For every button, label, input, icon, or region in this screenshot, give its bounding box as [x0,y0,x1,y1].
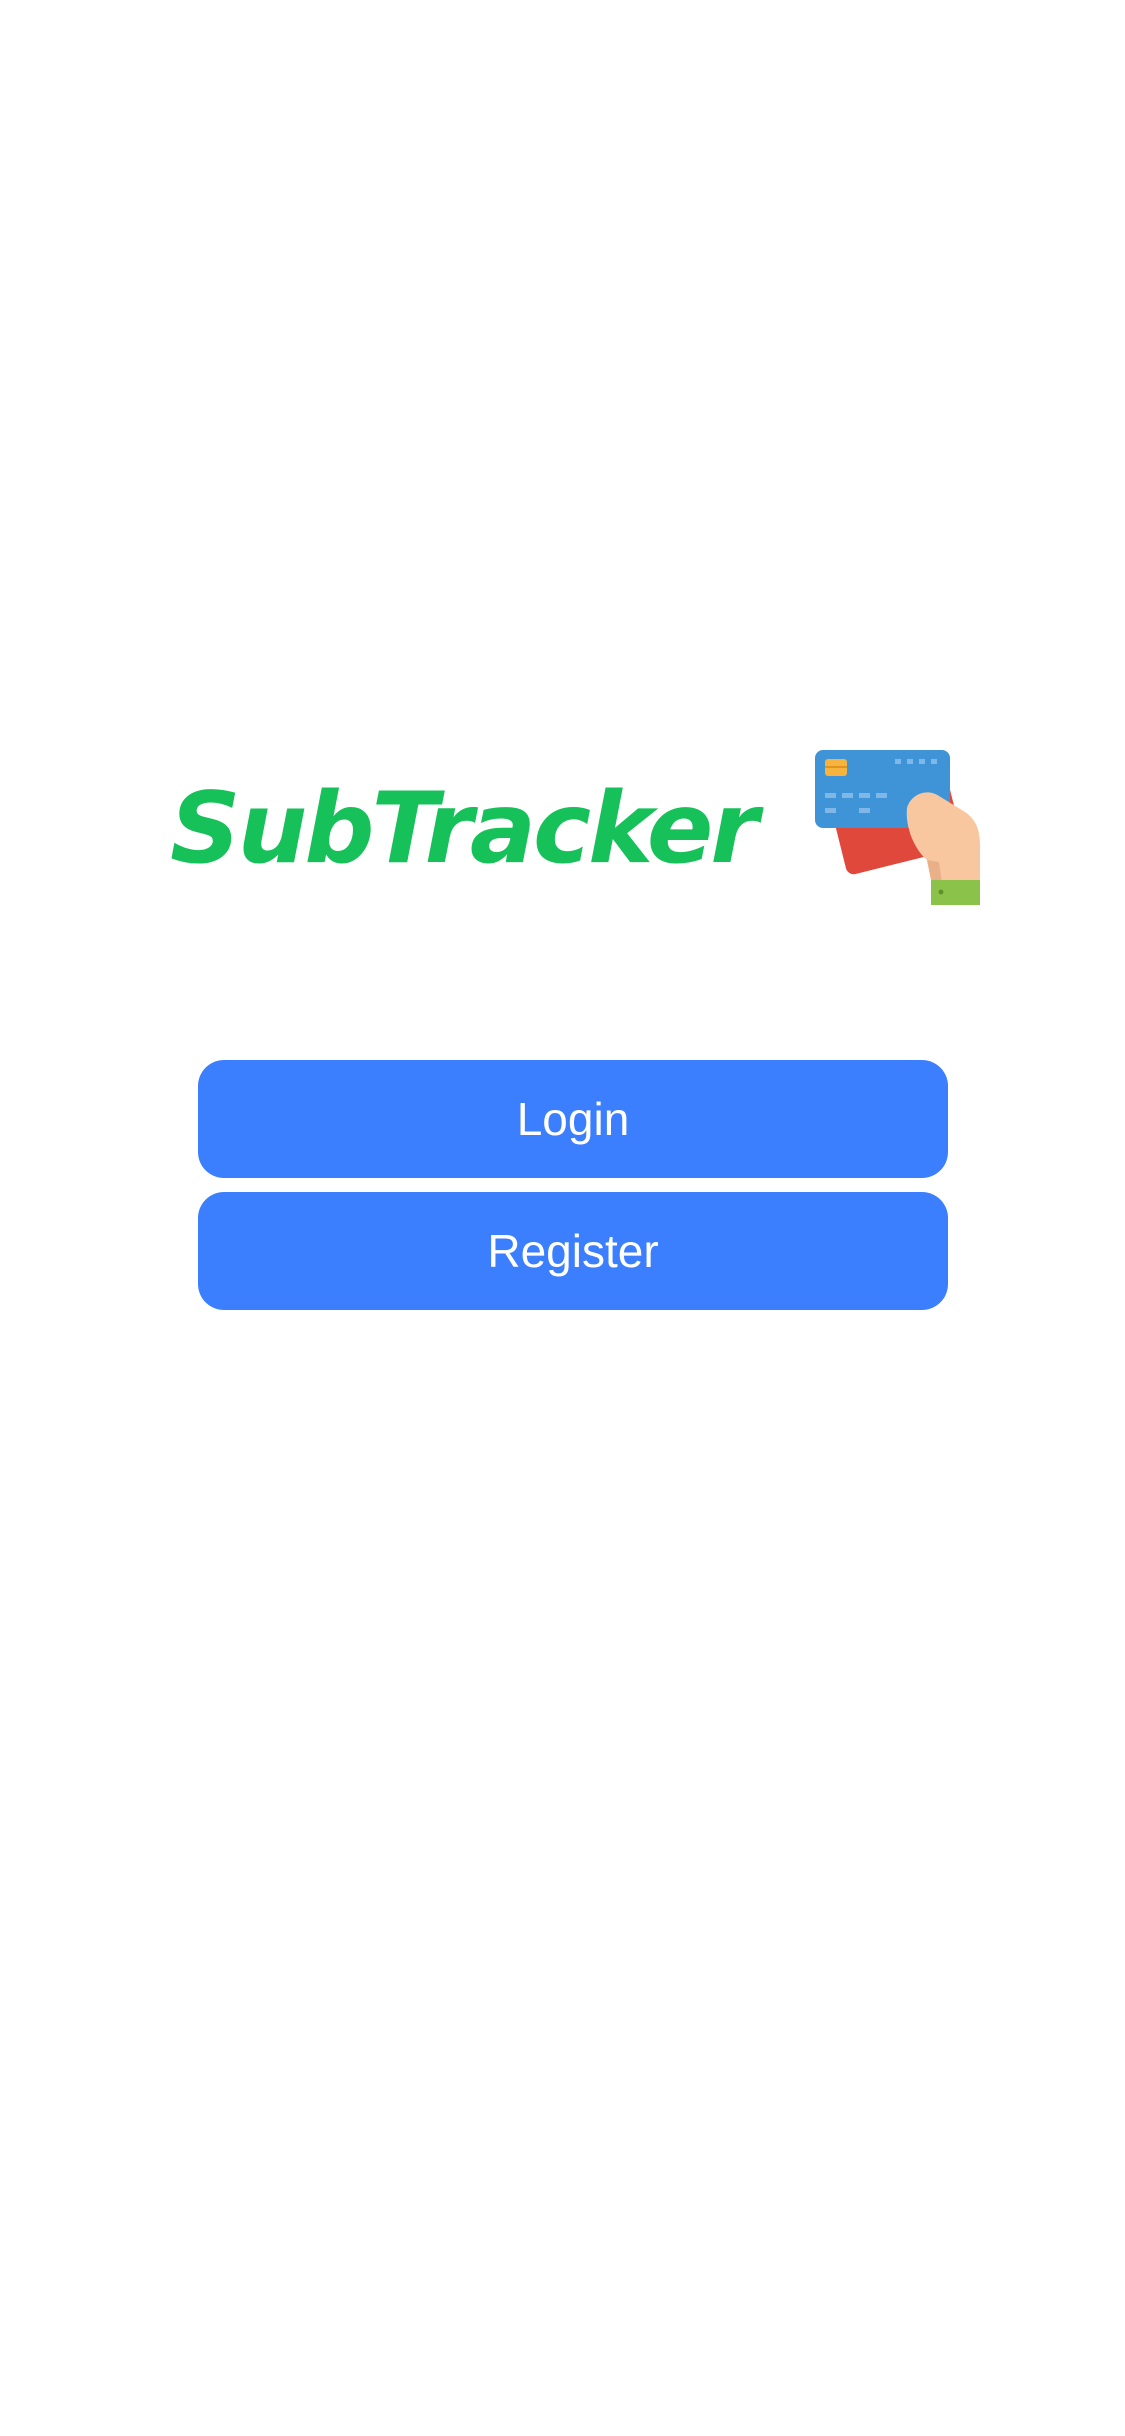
login-button[interactable]: Login [198,1060,948,1178]
hand-holding-credit-card-icon [815,750,980,905]
app-logo-text: SubTracker [170,772,759,886]
register-button[interactable]: Register [198,1192,948,1310]
app-logo: SubTracker [170,750,980,905]
welcome-screen: SubTracker Login Register [0,0,1125,2436]
